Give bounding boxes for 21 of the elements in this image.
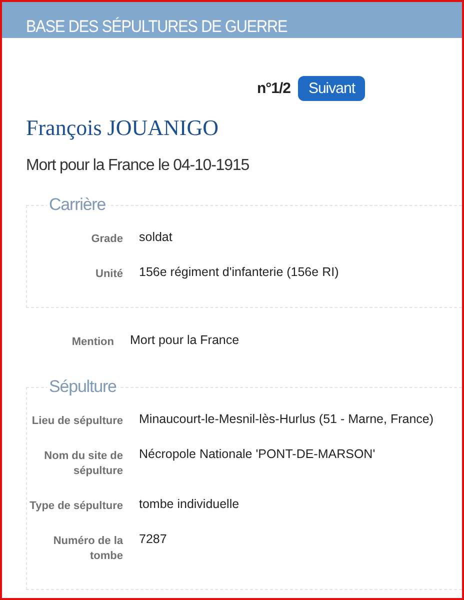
- field-value: 156e régiment d'infanterie (156e RI): [139, 264, 340, 281]
- field-value: tombe individuelle: [139, 496, 240, 513]
- person-name: François JOUANIGO: [26, 115, 220, 141]
- field-label: Numéro de la tombe: [52, 534, 123, 564]
- field-label: Grade: [90, 232, 123, 247]
- field-value: Nécropole Nationale 'PONT-DE-MARSON': [139, 446, 376, 463]
- field-value: Minaucourt-le-Mesnil-lès-Hurlus (51 - Marne, France): [139, 411, 435, 428]
- field-label: Type de sépulture: [28, 499, 123, 514]
- field-label: Lieu de sépulture: [30, 414, 123, 429]
- field-label: Mention: [70, 335, 114, 350]
- next-button[interactable]: Suivant: [298, 76, 365, 101]
- field-label: Nom du site de sépulture: [43, 449, 123, 479]
- death-date-text: Mort pour la France le 04-10-1915: [26, 157, 250, 175]
- site-title: BASE DES SÉPULTURES DE GUERRE: [26, 16, 288, 38]
- section-legend: Carrière: [47, 195, 108, 215]
- section-legend: Sépulture: [47, 377, 118, 397]
- field-value: soldat: [139, 229, 174, 246]
- field-value: 7287: [139, 531, 168, 548]
- field-value: Mort pour la France: [130, 332, 240, 349]
- record-counter: n°1/2: [256, 80, 290, 97]
- field-label: Unité: [94, 267, 123, 282]
